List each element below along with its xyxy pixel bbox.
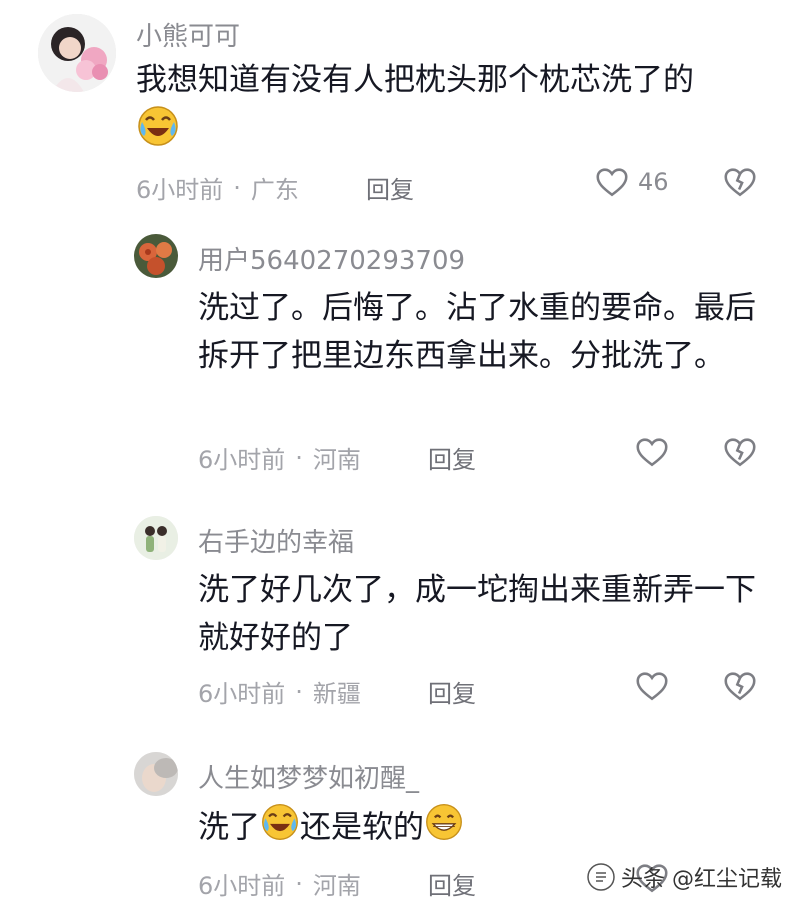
username[interactable]: 人生如梦梦如初醒_	[198, 758, 419, 795]
avatar-roses-icon	[134, 234, 178, 278]
like-button[interactable]	[634, 668, 670, 704]
dislike-button[interactable]	[722, 434, 758, 470]
reply-button[interactable]: 回复	[428, 440, 476, 475]
reply-button[interactable]: 回复	[366, 170, 414, 205]
timestamp: 6小时前	[198, 680, 286, 708]
username[interactable]: 小熊可可	[136, 16, 240, 53]
laughing-crying-emoji-icon	[260, 802, 300, 856]
comment-text: 洗了 还是软的	[198, 802, 768, 856]
broken-heart-icon	[724, 672, 756, 701]
comment-meta: 6小时前 · 河南	[198, 440, 361, 475]
like-button[interactable]	[634, 434, 670, 470]
watermark: 头条 @红尘记载	[587, 861, 782, 893]
avatar[interactable]	[134, 234, 178, 278]
comment-text: 洗了好几次了，成一坨掏出来重新弄一下就好好的了	[198, 572, 756, 656]
heart-icon	[636, 672, 668, 701]
avatar-couple-icon	[134, 516, 178, 560]
timestamp: 6小时前	[136, 176, 224, 204]
grinning-emoji-icon	[424, 802, 464, 856]
avatar-person-icon	[134, 752, 178, 796]
like-button[interactable]: 46	[594, 164, 669, 200]
dislike-button[interactable]	[722, 668, 758, 704]
avatar-girl-icon	[38, 14, 116, 92]
comment-text: 洗过了。后悔了。沾了水重的要命。最后拆开了把里边东西拿出来。分批洗了。	[198, 290, 756, 374]
broken-heart-icon	[724, 168, 756, 197]
like-count: 46	[638, 168, 669, 196]
timestamp: 6小时前	[198, 872, 286, 900]
comment-meta: 6小时前 · 新疆	[198, 674, 361, 709]
reply-button[interactable]: 回复	[428, 674, 476, 709]
timestamp: 6小时前	[198, 446, 286, 474]
avatar[interactable]	[134, 752, 178, 796]
avatar[interactable]	[134, 516, 178, 560]
username[interactable]: 用户5640270293709	[198, 240, 465, 277]
location: 河南	[312, 446, 361, 474]
broken-heart-icon	[724, 438, 756, 467]
location: 广东	[250, 176, 299, 204]
comment-text: 我想知道有没有人把枕头那个枕芯洗了的	[136, 56, 756, 162]
avatar[interactable]	[38, 14, 116, 92]
location: 河南	[312, 872, 361, 900]
location: 新疆	[312, 680, 361, 708]
comment-meta: 6小时前 · 广东	[136, 170, 299, 205]
reply-button[interactable]: 回复	[428, 866, 476, 901]
username[interactable]: 右手边的幸福	[198, 522, 354, 559]
toutiao-logo-icon	[587, 863, 615, 891]
laughing-crying-emoji-icon	[136, 104, 180, 162]
heart-icon	[636, 438, 668, 467]
comment-meta: 6小时前 · 河南	[198, 866, 361, 901]
heart-icon	[596, 168, 628, 197]
dislike-button[interactable]	[722, 164, 758, 200]
